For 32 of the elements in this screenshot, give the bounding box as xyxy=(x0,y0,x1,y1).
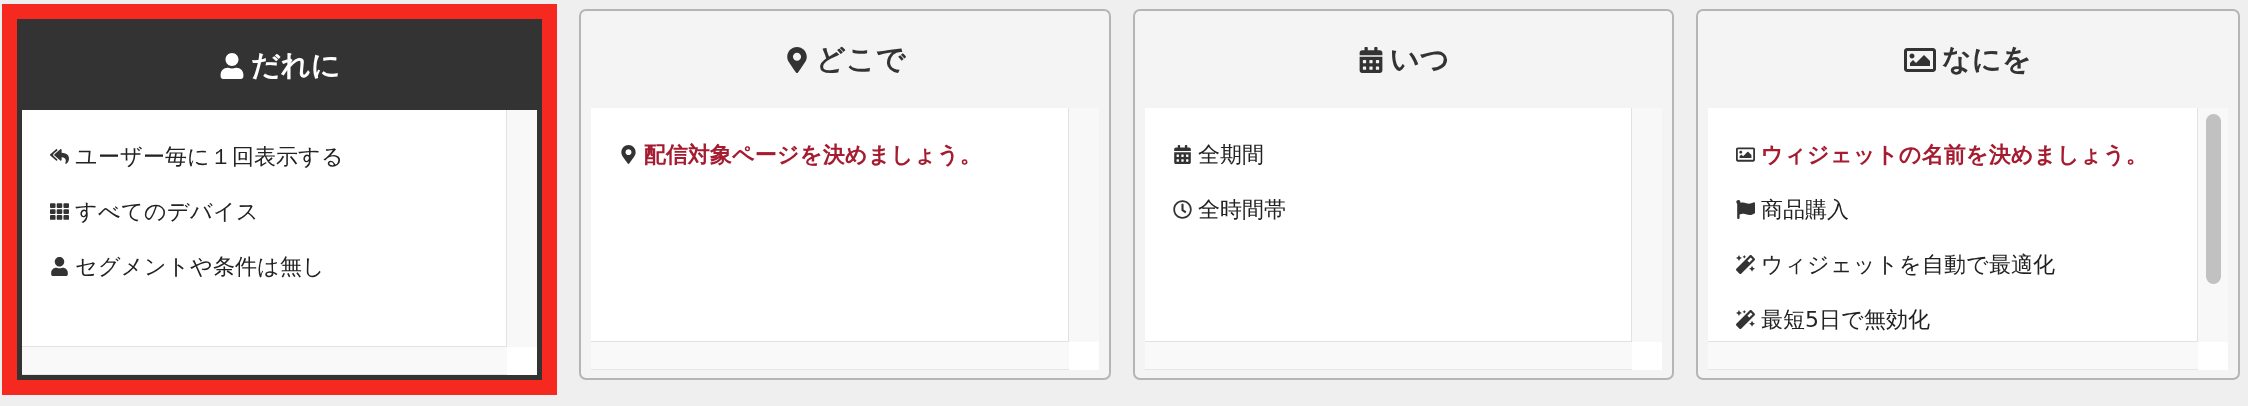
setting-text: ウィジェットの名前を決めましょう。 xyxy=(1761,141,2148,169)
card-title: どこで xyxy=(816,40,906,78)
setting-text: ウィジェットを自動で最適化 xyxy=(1761,251,2055,279)
user-icon xyxy=(218,53,245,79)
scrollbar-thumb[interactable] xyxy=(2205,114,2221,284)
setting-text: セグメントや条件は無し xyxy=(75,253,325,281)
grid-icon xyxy=(50,202,69,221)
step-card[interactable]: どこで 配信対象ページを決めましょう。 xyxy=(579,9,1111,380)
setting-text: 全期間 xyxy=(1198,141,1264,169)
calendar-icon xyxy=(1357,46,1384,73)
setting-text: 商品購入 xyxy=(1761,196,1849,224)
magic-wand-icon xyxy=(1736,310,1755,329)
reply-all-icon xyxy=(50,147,69,166)
map-pin-icon xyxy=(619,145,638,164)
setting-text: 配信対象ページを決めましょう。 xyxy=(644,141,982,169)
setting-text: 最短5日で無効化 xyxy=(1761,306,1930,334)
image-icon xyxy=(1736,145,1755,164)
setting-text: すべてのデバイス xyxy=(75,198,259,226)
step-card[interactable]: なにを ウィジェットの名前を決めましょう。 商品購入 ウィジェットを自動で最適化 最短5日で無効化 xyxy=(1696,9,2240,380)
step-card[interactable]: だれに ユーザー毎に１回表示する すべてのデバイス セグメントや条件は無し xyxy=(2,4,557,395)
user-icon xyxy=(50,257,69,276)
magic-wand-icon xyxy=(1736,255,1755,274)
map-pin-icon xyxy=(784,46,810,73)
setting-text: 全時間帯 xyxy=(1198,196,1286,224)
step-card[interactable]: いつ 全期間 全時間帯 xyxy=(1133,9,1674,380)
card-title: なにを xyxy=(1942,40,2032,78)
clock-icon xyxy=(1173,200,1192,219)
calendar-icon xyxy=(1173,145,1192,164)
card-title: だれに xyxy=(250,47,341,84)
setting-text: ユーザー毎に１回表示する xyxy=(75,143,344,171)
card-title: いつ xyxy=(1389,40,1450,78)
flag-icon xyxy=(1736,200,1755,219)
